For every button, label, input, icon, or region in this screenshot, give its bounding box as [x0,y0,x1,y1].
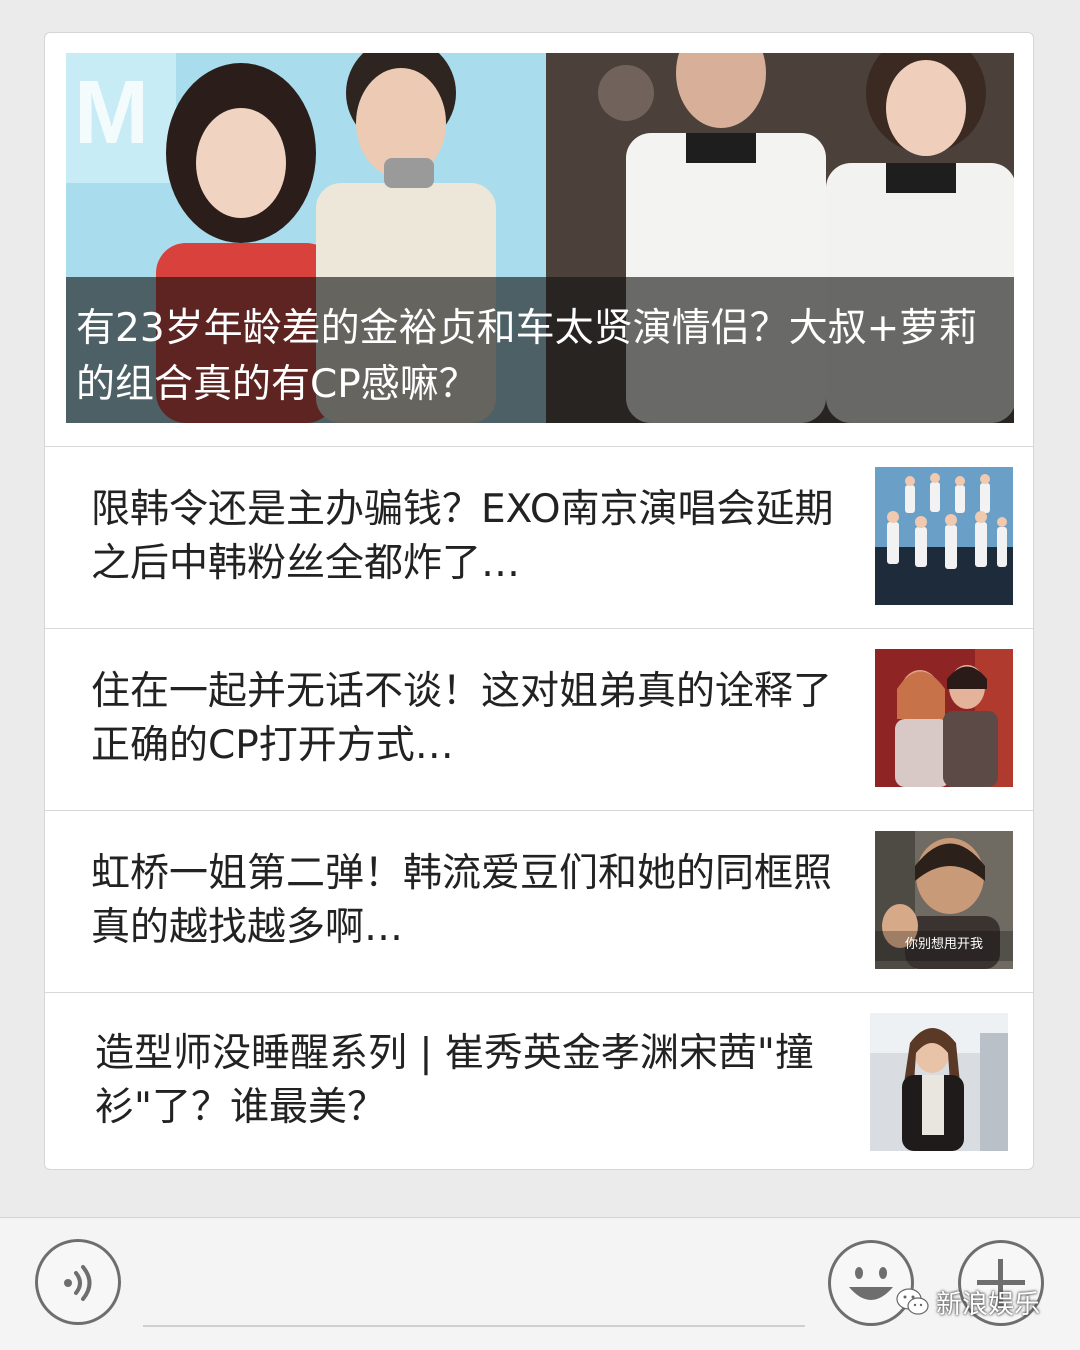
article-title: 造型师没睡醒系列 | 崔秀英金孝渊宋茜"撞衫"了？谁最美？ [95,1031,814,1130]
article-title: 虹桥一姐第二弹！韩流爱豆们和她的同框照真的越找越多啊… [91,851,833,950]
chat-input-bar [0,1217,1080,1350]
watermark-text: 新浪娱乐 [936,1289,1041,1320]
featured-article[interactable]: M 有23岁年龄差的金裕贞和车太贤演情侣？大叔+萝莉的组合真的有CP感嘛？ [66,53,1014,423]
article-item[interactable]: 限韩令还是主办骗钱？EXO南京演唱会延期之后中韩粉丝全都炸了… [45,446,1033,628]
watermark: 新浪娱乐 [896,1285,1041,1320]
airport-fashion-photo [870,1013,1008,1151]
article-item[interactable]: 虹桥一姐第二弹！韩流爱豆们和她的同框照真的越找越多啊… 你别想甩开我 [45,810,1033,992]
article-title: 住在一起并无话不谈！这对姐弟真的诠释了正确的CP打开方式… [91,669,833,768]
news-card: M 有23岁年龄差的金裕贞和车太贤演情侣？大叔+萝莉的组合真的有CP感嘛？ 限韩… [44,32,1034,1170]
article-item[interactable]: 住在一起并无话不谈！这对姐弟真的诠释了正确的CP打开方式… [45,628,1033,810]
article-title: 限韩令还是主办骗钱？EXO南京演唱会延期之后中韩粉丝全都炸了… [91,487,834,586]
duo-portrait-photo [875,649,1013,787]
featured-title: 有23岁年龄差的金裕贞和车太贤演情侣？大叔+萝莉的组合真的有CP感嘛？ [76,306,978,407]
group-on-stage-photo [875,467,1013,605]
thumb-caption: 你别想甩开我 [905,936,983,952]
message-input[interactable] [143,1325,805,1327]
voice-input-icon [64,1265,92,1301]
article-item[interactable]: 造型师没睡醒系列 | 崔秀英金孝渊宋茜"撞衫"了？谁最美？ [45,992,1033,1169]
voice-input-button[interactable] [35,1239,121,1325]
waving-woman-photo: 你别想甩开我 [875,831,1013,969]
svg-text:M: M [74,63,149,163]
wechat-icon [896,1288,929,1315]
